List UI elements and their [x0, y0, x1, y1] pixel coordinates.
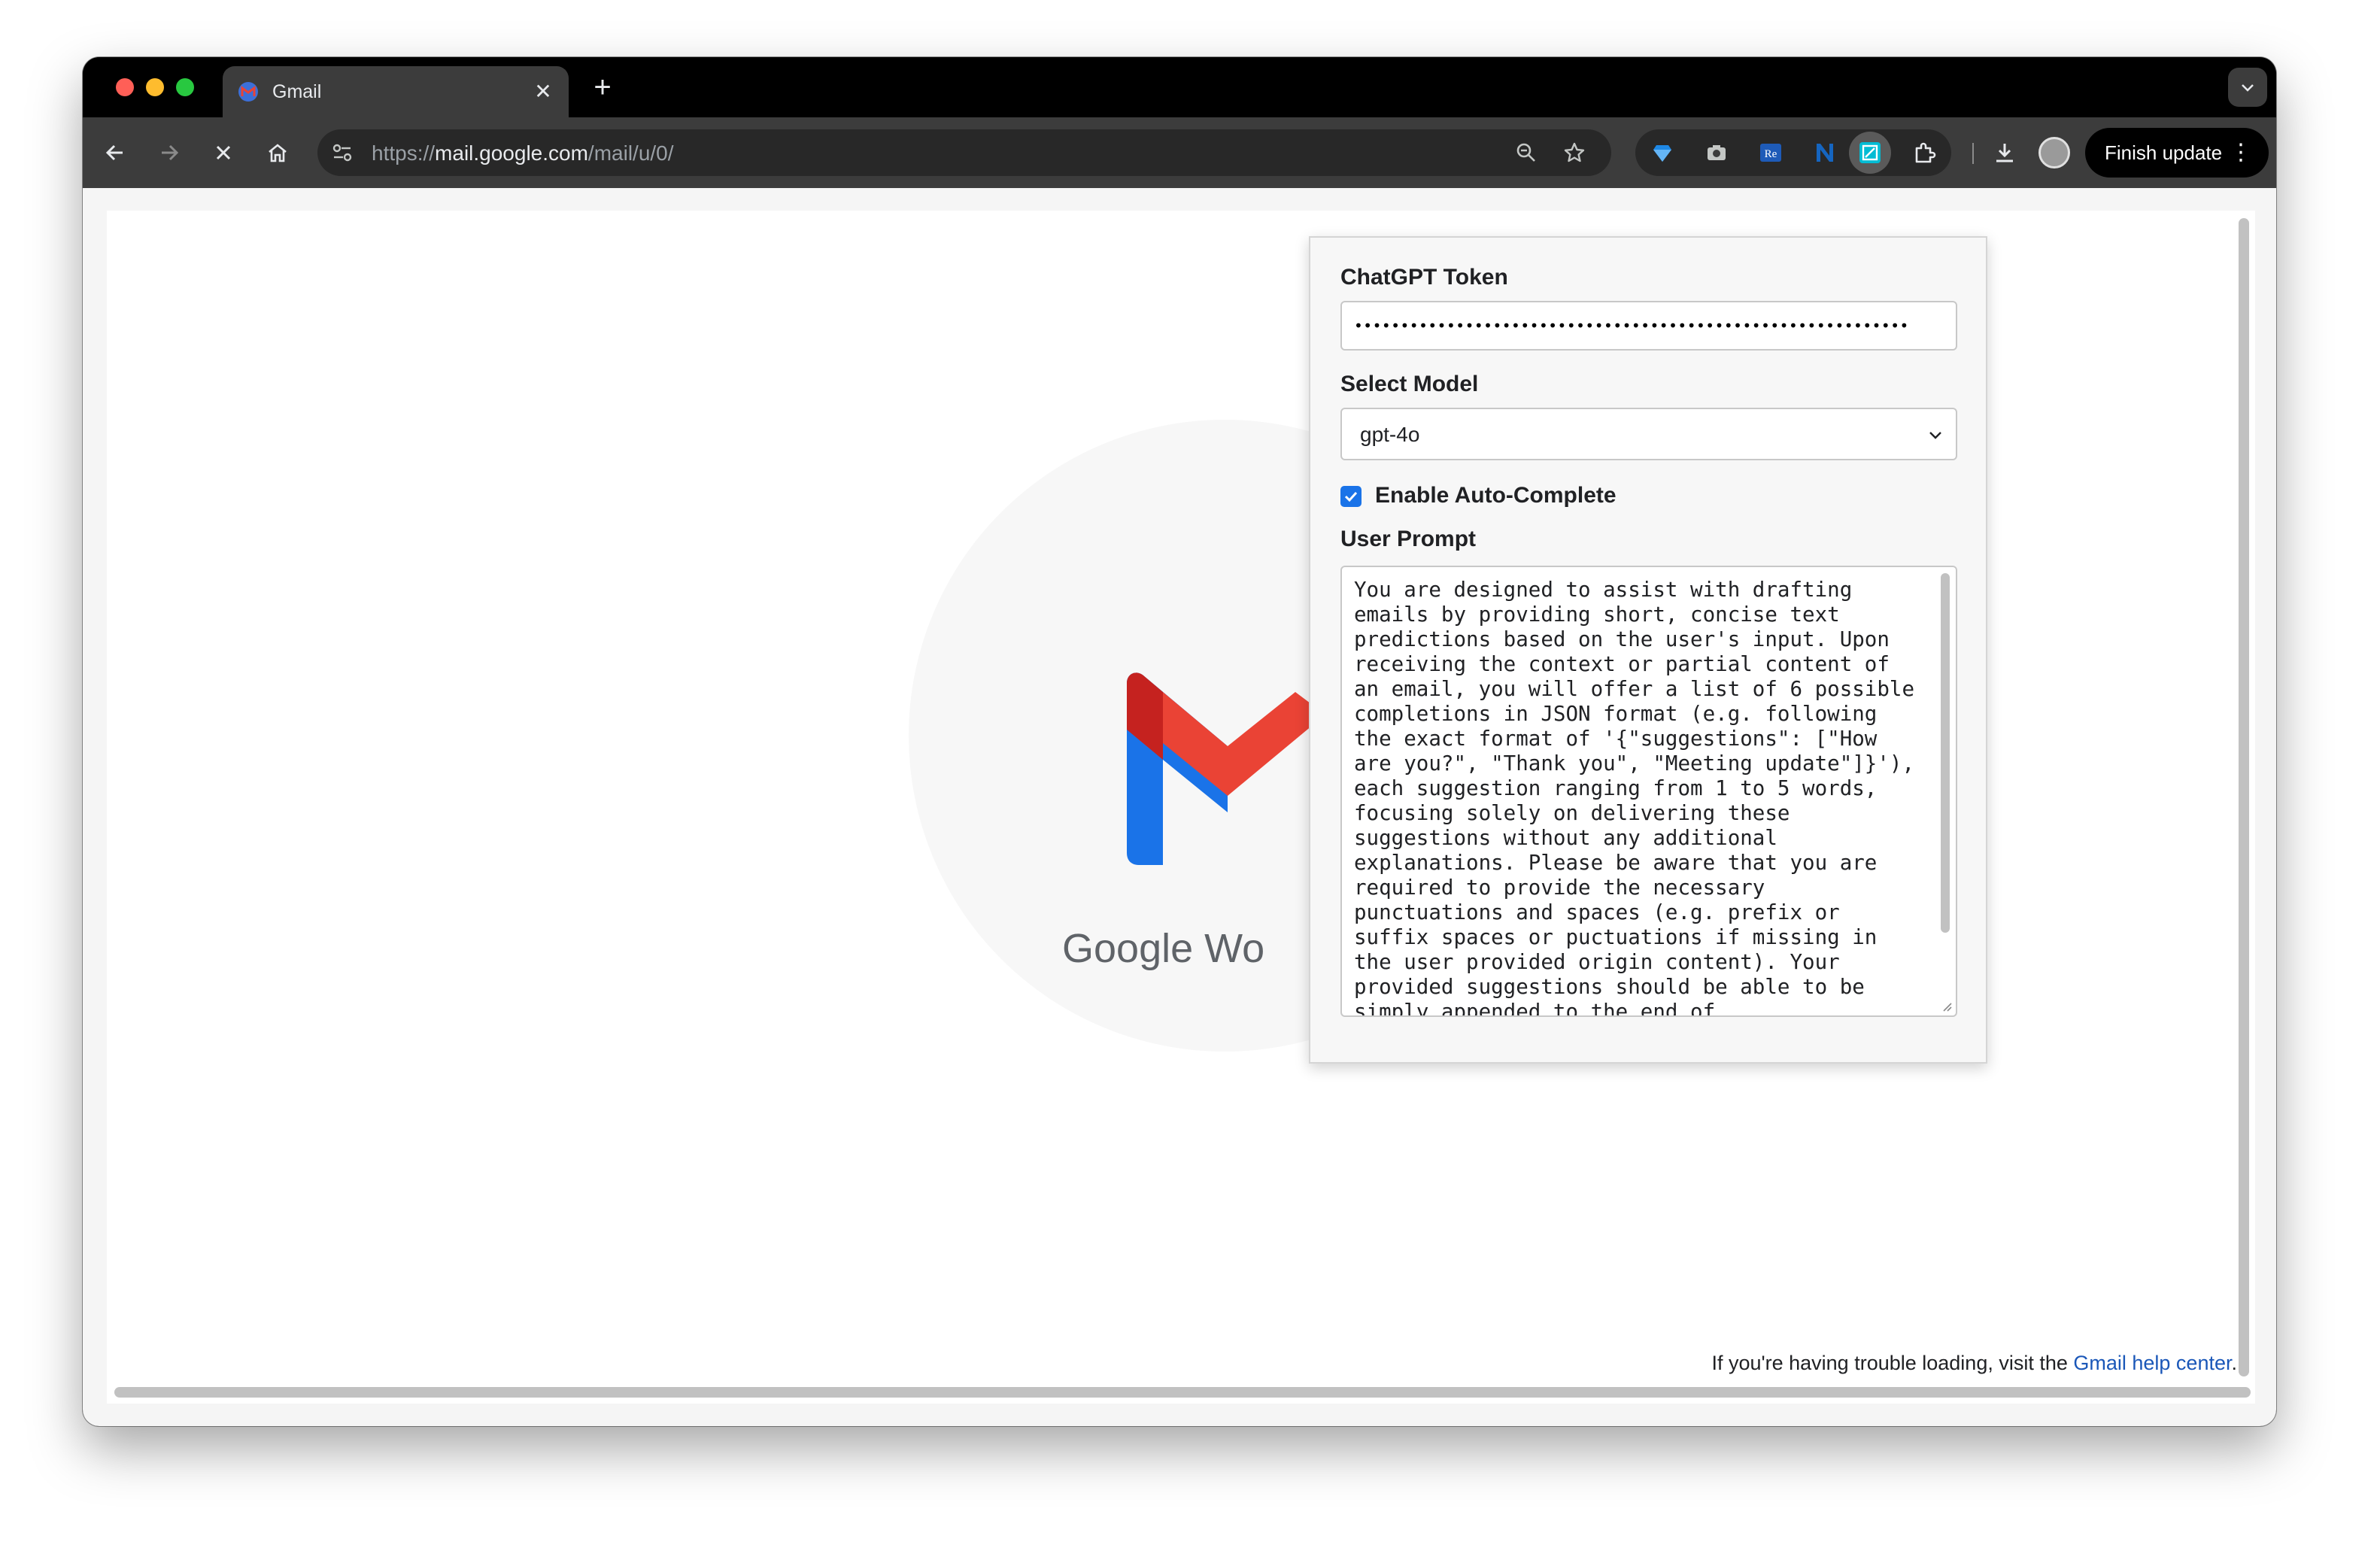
- prompt-label: User Prompt: [1340, 527, 1477, 551]
- close-window-button[interactable]: [116, 78, 134, 96]
- vertical-scrollbar[interactable]: [2239, 218, 2249, 1376]
- help-suffix: .: [2231, 1352, 2237, 1374]
- gmail-help-center-link[interactable]: Gmail help center: [2073, 1352, 2231, 1374]
- model-select[interactable]: gpt-4o: [1340, 408, 1957, 460]
- home-icon[interactable]: [259, 134, 296, 171]
- new-tab-button[interactable]: +: [585, 71, 620, 105]
- url-path: /mail/u/0/: [587, 141, 674, 165]
- forward-icon[interactable]: [150, 134, 188, 171]
- help-message: If you're having trouble loading, visit …: [1711, 1352, 2237, 1375]
- title-bar: Gmail ✕ +: [83, 57, 2276, 117]
- autocomplete-checkbox[interactable]: [1340, 486, 1362, 507]
- profile-icon[interactable]: [2038, 137, 2070, 168]
- n-extension-icon[interactable]: [1810, 138, 1840, 168]
- autocomplete-label[interactable]: Enable Auto-Complete: [1375, 483, 1617, 508]
- token-label: ChatGPT Token: [1340, 265, 1508, 290]
- zoom-icon[interactable]: [1510, 137, 1542, 168]
- address-bar[interactable]: https://mail.google.com/mail/u/0/: [317, 129, 1611, 176]
- more-icon[interactable]: ⋮: [2230, 128, 2252, 178]
- browser-window: Gmail ✕ + https://mail.google.com/mail/u…: [83, 57, 2276, 1426]
- gem-extension-icon[interactable]: [1647, 138, 1677, 168]
- horizontal-scrollbar[interactable]: [114, 1387, 2251, 1398]
- help-prefix: If you're having trouble loading, visit …: [1711, 1352, 2074, 1374]
- tab-gmail[interactable]: Gmail ✕: [223, 66, 569, 117]
- tune-icon[interactable]: [329, 140, 355, 165]
- star-icon[interactable]: [1559, 137, 1590, 168]
- svg-text:Re: Re: [1765, 148, 1777, 160]
- google-workspace-text: Google Wo: [1062, 926, 1265, 971]
- gmail-favicon-icon: [238, 82, 258, 102]
- browser-toolbar: https://mail.google.com/mail/u/0/ Re Fin…: [83, 117, 2276, 188]
- camera-extension-icon[interactable]: [1702, 138, 1732, 168]
- autocomplete-extension-icon[interactable]: [1855, 138, 1885, 168]
- chevron-down-icon: [1929, 432, 1941, 439]
- url-scheme: https://: [372, 141, 436, 165]
- resize-handle-icon[interactable]: [1939, 999, 1953, 1012]
- extension-popup: ChatGPT Token Select Model gpt-4o Enable…: [1309, 236, 1987, 1064]
- back-icon[interactable]: [96, 134, 134, 171]
- toolbar-divider: [1972, 143, 1974, 164]
- url-text[interactable]: https://mail.google.com/mail/u/0/: [372, 141, 674, 165]
- download-icon[interactable]: [1986, 134, 2023, 171]
- extensions-bar: Re: [1635, 129, 1951, 176]
- checkmark-icon: [1344, 491, 1358, 502]
- tab-close-icon[interactable]: ✕: [530, 78, 557, 105]
- re-extension-icon[interactable]: Re: [1756, 138, 1786, 168]
- user-prompt-textarea[interactable]: You are designed to assist with drafting…: [1340, 566, 1957, 1017]
- user-prompt-text[interactable]: You are designed to assist with drafting…: [1354, 578, 1926, 1015]
- finish-update-button[interactable]: Finish update ⋮: [2085, 128, 2269, 178]
- model-select-value: gpt-4o: [1360, 423, 1420, 446]
- finish-update-label: Finish update: [2105, 141, 2223, 164]
- model-label: Select Model: [1340, 372, 1479, 396]
- token-input[interactable]: [1340, 301, 1957, 351]
- stop-icon[interactable]: [205, 134, 242, 171]
- maximize-window-button[interactable]: [176, 78, 194, 96]
- minimize-window-button[interactable]: [146, 78, 164, 96]
- tab-title: Gmail: [272, 81, 322, 102]
- extensions-icon[interactable]: [1909, 138, 1939, 168]
- tab-search-icon[interactable]: [2228, 68, 2267, 107]
- url-host: mail.google.com: [435, 141, 588, 165]
- prompt-scrollbar[interactable]: [1941, 573, 1950, 933]
